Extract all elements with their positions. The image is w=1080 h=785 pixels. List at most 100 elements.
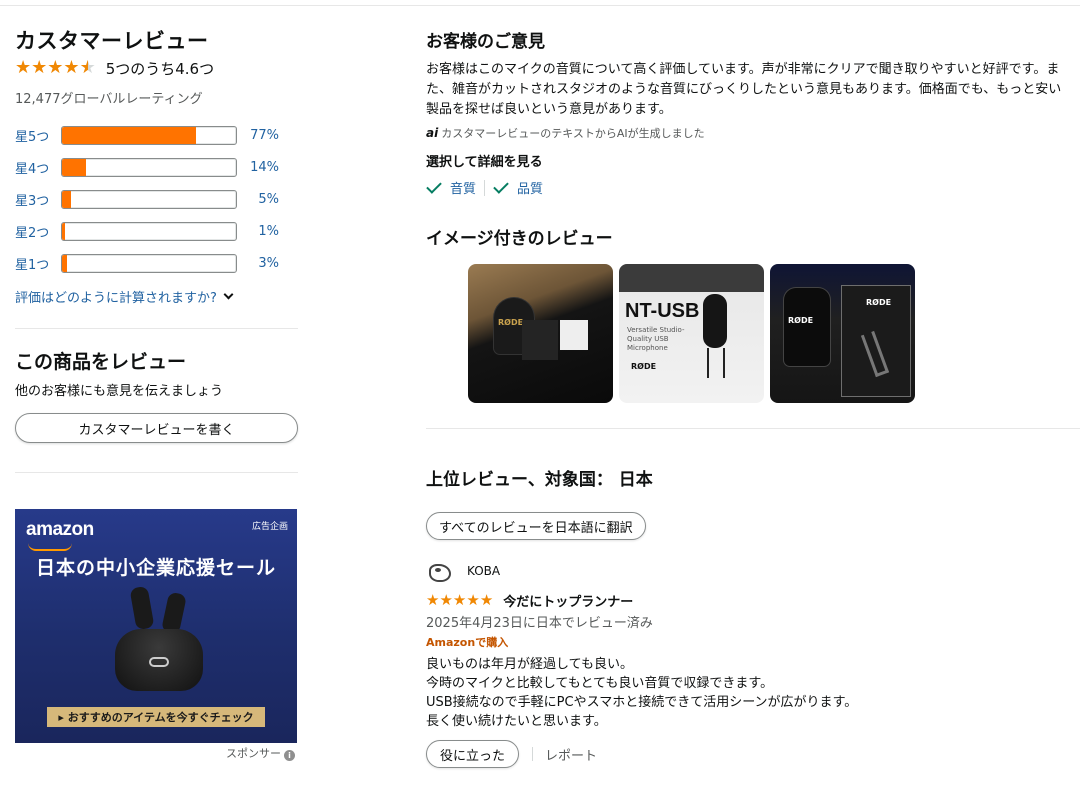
ad-cta-button[interactable]: ▸ おすすめのアイテムを今すぐチェック (47, 707, 265, 727)
histogram-label: 星1つ (15, 257, 50, 273)
how-ratings-calculated-label: 評価はどのように計算されますか? (15, 291, 217, 306)
review-body-line: USB接続なので手軽にPCやスマホと接続できて活用シーンが広がります。 (426, 695, 858, 710)
reviewer-profile[interactable]: KOBA (426, 559, 1066, 583)
sponsored-ad-banner[interactable]: amazon 広告企画 日本の中小企業応援セール ▸ おすすめのアイテムを今すぐ… (15, 509, 297, 743)
helpful-button[interactable]: 役に立った (426, 740, 520, 768)
histogram-label: 星2つ (15, 225, 50, 241)
average-rating-row[interactable]: ★ ★ ★ ★ ★ 5つのうち4.6つ (15, 56, 298, 80)
histogram-bar-fill (62, 126, 196, 144)
reviewer-name: KOBA (467, 564, 501, 578)
verified-purchase-badge: Amazonで購入 (426, 636, 509, 649)
average-rating-text: 5つのうち4.6つ (105, 59, 215, 78)
histogram-bar (61, 189, 237, 209)
sponsor-label[interactable]: スポンサー i (15, 745, 295, 761)
average-stars-icon: ★ ★ ★ ★ ★ (15, 57, 96, 78)
histogram-row-4[interactable]: 星4つ 14% (15, 151, 298, 183)
ad-title: 日本の中小企業応援セール (35, 557, 276, 579)
brand-text: RØDE (631, 362, 657, 371)
customer-reviews-heading: カスタマーレビュー (15, 29, 209, 53)
histogram-label: 星4つ (15, 161, 50, 177)
report-link[interactable]: レポート (545, 745, 597, 764)
write-review-subtext: 他のお客様にも意見を伝えましょう (15, 384, 224, 399)
tripod-stand (707, 348, 725, 378)
review-body-line: 今時のマイクと比較してもとても良い音質で収録できます。 (426, 676, 774, 691)
ad-tag: 広告企画 (251, 522, 288, 532)
checkmark-icon (493, 177, 509, 194)
histogram-percent: 14% (250, 159, 279, 175)
section-divider (426, 428, 1080, 429)
ai-generated-note: ai カスタマーレビューのテキストからAIが生成しました (426, 125, 1066, 141)
review-image-thumbnail[interactable]: RØDE (468, 264, 613, 403)
histogram-bar-fill (62, 222, 66, 240)
translate-all-button[interactable]: すべてのレビューを日本語に翻訳 (426, 512, 646, 540)
histogram-row-5[interactable]: 星5つ 77% (15, 119, 298, 151)
checkmark-icon (426, 177, 442, 194)
histogram-bar (61, 125, 237, 145)
top-reviews-heading: 上位レビュー、対象国： 日本 (426, 470, 653, 490)
sponsor-text: スポンサー (226, 747, 281, 760)
ratings-summary: カスタマーレビュー ★ ★ ★ ★ ★ 5つのうち4.6つ 12,477グローバルレーテ… (15, 26, 298, 473)
histogram-bar (61, 157, 237, 177)
review-image-thumbnail[interactable]: RØDE RØDE (770, 264, 915, 403)
select-details-label: 選択して詳細を見る (426, 155, 543, 170)
ai-generated-text: カスタマーレビューのテキストからAIが生成しました (441, 127, 705, 140)
histogram-bar-fill (62, 158, 87, 176)
review-body: 良いものは年月が経過しても良い。 今時のマイクと比較してもとても良い音質で収録で… (426, 655, 1066, 731)
aspect-chips: 音質 品質 (426, 177, 1066, 197)
chevron-down-icon (223, 289, 234, 300)
rating-histogram: 星5つ 77% 星4つ 14% 星3つ 5% 星2つ 1% 星1つ 3% (15, 119, 298, 279)
product-box-subtitle: Versatile Studio-Quality USB Microphone (627, 326, 685, 352)
ai-icon: ai (426, 126, 439, 140)
product-box-title: NT-USB (625, 300, 700, 322)
histogram-percent: 1% (258, 223, 279, 239)
histogram-bar-fill (62, 190, 71, 208)
aspect-label: 音質 (450, 182, 477, 197)
info-icon[interactable]: i (284, 750, 295, 761)
review-title-row[interactable]: ★ ★ ★ ★ ★ 今だにトップランナー (426, 591, 1066, 610)
action-separator (532, 747, 534, 761)
histogram-row-1[interactable]: 星1つ 3% (15, 247, 298, 279)
write-review-heading: この商品をレビュー (15, 351, 187, 373)
write-review-button[interactable]: カスタマーレビューを書く (15, 413, 298, 443)
opinions-heading: お客様のご意見 (426, 32, 545, 52)
aspect-quality[interactable]: 品質 (493, 177, 544, 197)
amazon-logo: amazon (26, 519, 94, 540)
histogram-percent: 3% (258, 255, 279, 271)
manual-paper (560, 320, 588, 350)
histogram-bar (61, 221, 237, 241)
microphone-image (703, 294, 727, 348)
histogram-label: 星5つ (15, 129, 50, 145)
brand-text: RØDE (498, 318, 524, 327)
aspect-separator (484, 179, 486, 196)
earbud-icon (129, 585, 155, 631)
review-item: KOBA ★ ★ ★ ★ ★ 今だにトップランナー 2025年4月23日に日本でレビュー… (426, 559, 1066, 768)
brand-text: RØDE (788, 316, 814, 325)
ai-summary-text: お客様はこのマイクの音質について高く評価しています。声が非常にクリアで聞き取りや… (426, 62, 1062, 117)
how-ratings-calculated-link[interactable]: 評価はどのように計算されますか? (15, 287, 298, 306)
review-title: 今だにトップランナー (503, 594, 634, 610)
review-body-line: 長く使い続けたいと思います。 (426, 714, 607, 729)
review-date: 2025年4月23日に日本でレビュー済み (426, 616, 653, 631)
section-divider (15, 472, 298, 473)
section-divider (15, 328, 298, 329)
global-rating-count: 12,477グローバルレーティング (15, 92, 203, 107)
customer-opinions: お客様のご意見 お客様はこのマイクの音質について高く評価しています。声が非常にク… (426, 30, 1066, 251)
image-reviews-heading: イメージ付きのレビュー (426, 229, 613, 249)
histogram-bar-fill (62, 254, 68, 272)
aspect-label: 品質 (517, 182, 544, 197)
histogram-row-3[interactable]: 星3つ 5% (15, 183, 298, 215)
histogram-percent: 5% (258, 191, 279, 207)
histogram-label: 星3つ (15, 193, 50, 209)
brand-text: RØDE (866, 298, 892, 307)
review-actions: 役に立った レポート (426, 740, 1066, 768)
histogram-bar (61, 253, 237, 273)
aspect-sound-quality[interactable]: 音質 (426, 177, 477, 197)
microphone-image (784, 288, 830, 366)
histogram-row-2[interactable]: 星2つ 1% (15, 215, 298, 247)
review-image-thumbnail[interactable]: NT-USB Versatile Studio-Quality USB Micr… (619, 264, 764, 403)
earbuds-case-image (115, 629, 203, 691)
case-logo-icon (149, 657, 169, 667)
amazon-smile-icon (28, 543, 72, 551)
packaging-foam (522, 320, 558, 360)
review-image-gallery: RØDE NT-USB Versatile Studio-Quality USB… (468, 264, 915, 403)
